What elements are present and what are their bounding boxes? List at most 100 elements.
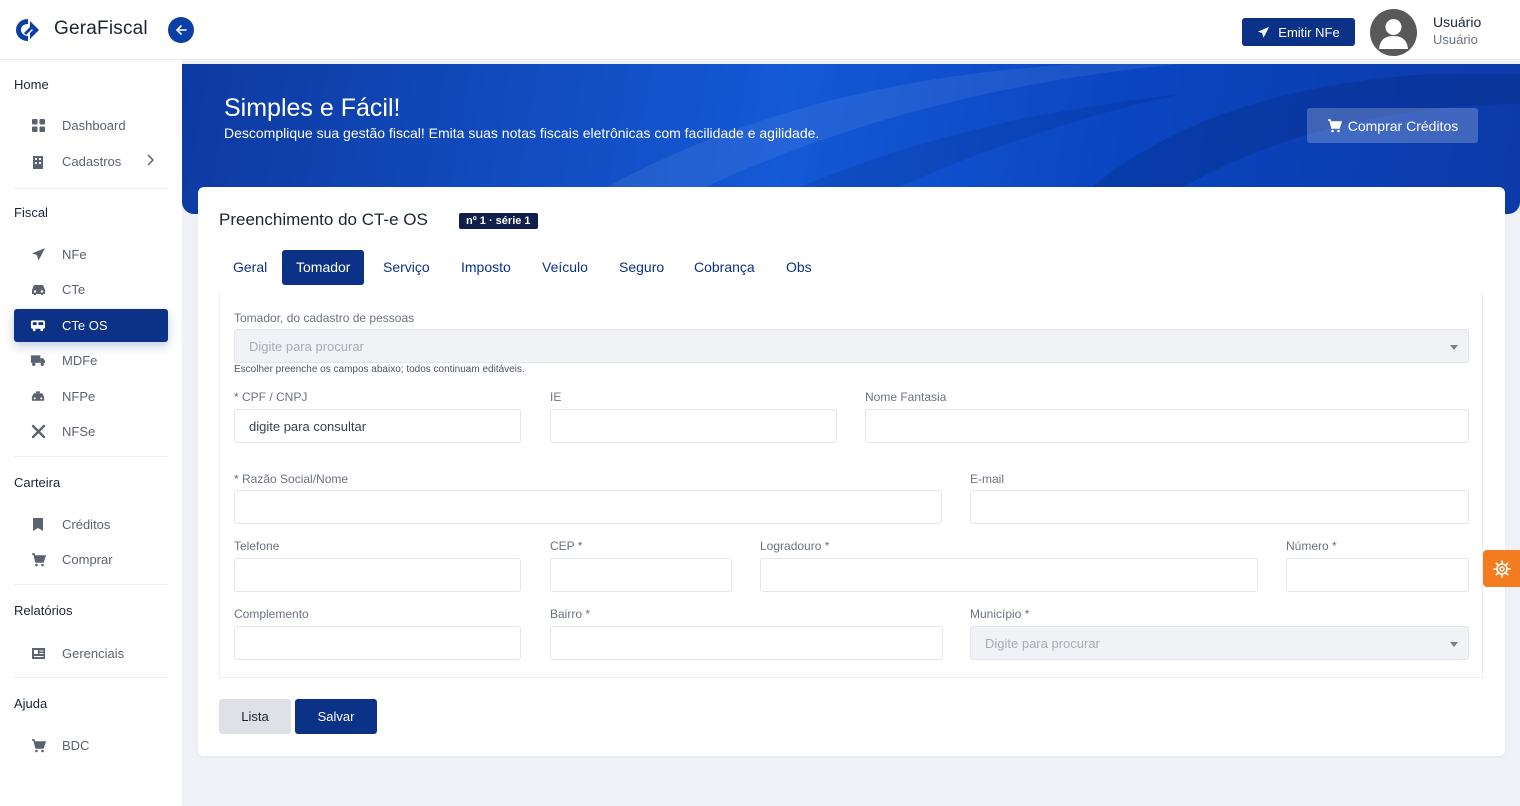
cart-icon bbox=[30, 738, 46, 754]
collapse-sidebar-button[interactable] bbox=[168, 17, 194, 43]
tomador-placeholder: Digite para procurar bbox=[249, 338, 364, 354]
tomador-form-panel: Tomador, do cadastro de pessoas Digite p… bbox=[219, 292, 1483, 678]
section-title-relatorios: Relatórios bbox=[14, 603, 73, 618]
sidebar-item-cte[interactable]: CTe bbox=[14, 273, 168, 306]
sidebar-item-label: Dashboard bbox=[62, 118, 126, 133]
truck-icon bbox=[30, 353, 46, 369]
bairro-input[interactable] bbox=[550, 626, 943, 660]
complemento-input[interactable] bbox=[234, 626, 521, 660]
brand-name: GeraFiscal bbox=[54, 18, 148, 39]
cart-icon bbox=[30, 552, 46, 568]
tomador-label: Tomador, do cadastro de pessoas bbox=[234, 311, 415, 325]
sidebar-item-cte-os[interactable]: CTe OS bbox=[14, 309, 168, 342]
emit-nfe-label: Emitir NFe bbox=[1278, 24, 1340, 40]
hero-subtitle: Descomplique sua gestão fiscal! Emita su… bbox=[224, 125, 820, 141]
tab-cobranca[interactable]: Cobrança bbox=[680, 250, 769, 285]
sidebar-item-comprar[interactable]: Comprar bbox=[14, 543, 168, 576]
arrow-left-icon bbox=[175, 25, 187, 35]
caret-down-icon bbox=[1450, 642, 1458, 647]
nome-fantasia-label: Nome Fantasia bbox=[865, 390, 947, 404]
complemento-label: Complemento bbox=[234, 607, 309, 621]
hero-title: Simples e Fácil! bbox=[224, 94, 401, 122]
sidebar-item-nfse[interactable]: NFSe bbox=[14, 415, 168, 448]
sidebar-item-label: CTe bbox=[62, 282, 86, 297]
page-title: Preenchimento do CT-e OS bbox=[219, 210, 428, 229]
dashboard-icon bbox=[30, 118, 46, 134]
section-title-ajuda: Ajuda bbox=[14, 696, 48, 711]
sidebar-item-gerenciais[interactable]: Gerenciais bbox=[14, 637, 168, 670]
gerafiscal-logo-icon bbox=[16, 19, 39, 41]
bookmark-icon bbox=[30, 517, 46, 533]
sidebar-item-label: NFe bbox=[62, 247, 87, 262]
nome-fantasia-input[interactable] bbox=[865, 409, 1469, 443]
telefone-label: Telefone bbox=[234, 539, 280, 553]
cte-os-form-card: Preenchimento do CT-e OS nº 1 · série 1 … bbox=[198, 187, 1505, 756]
cpf-cnpj-input[interactable]: digite para consultar bbox=[234, 409, 521, 443]
sidebar-item-label: NFSe bbox=[62, 424, 96, 439]
logradouro-label: Logradouro * bbox=[760, 539, 830, 553]
sidebar-item-cadastros[interactable]: Cadastros bbox=[14, 145, 168, 178]
section-title-carteira: Carteira bbox=[14, 475, 61, 490]
user-role: Usuário bbox=[1433, 32, 1478, 47]
tomador-help-text: Escolher preenche os campos abaixo; todo… bbox=[234, 364, 525, 375]
municipio-select[interactable]: Digite para procurar bbox=[970, 626, 1469, 660]
cart-icon bbox=[1327, 118, 1342, 132]
razao-social-input[interactable] bbox=[234, 490, 942, 524]
settings-button[interactable] bbox=[1483, 550, 1520, 587]
sidebar: Home Dashboard Cadastros Fiscal NFe CTe … bbox=[0, 60, 182, 806]
top-bar: GeraFiscal Emitir NFe Usuário Usuário bbox=[0, 0, 1520, 60]
sidebar-item-label: Créditos bbox=[62, 517, 111, 532]
telefone-input[interactable] bbox=[234, 558, 521, 592]
email-input[interactable] bbox=[970, 490, 1469, 524]
emit-nfe-button[interactable]: Emitir NFe bbox=[1242, 18, 1355, 46]
logradouro-input[interactable] bbox=[760, 558, 1258, 592]
cpf-cnpj-value: digite para consultar bbox=[249, 418, 367, 434]
save-button[interactable]: Salvar bbox=[295, 699, 377, 734]
tab-tomador[interactable]: Tomador bbox=[282, 250, 365, 285]
sidebar-item-nfpe[interactable]: NFPe bbox=[14, 380, 168, 413]
car-icon bbox=[30, 282, 46, 298]
tab-servico[interactable]: Serviço bbox=[369, 250, 444, 285]
user-name: Usuário bbox=[1433, 14, 1482, 30]
report-icon bbox=[30, 646, 46, 662]
razao-social-label: * Razão Social/Nome bbox=[234, 472, 349, 486]
sidebar-item-label: NFPe bbox=[62, 389, 96, 404]
sidebar-item-label: Comprar bbox=[62, 552, 113, 567]
caret-down-icon bbox=[1450, 345, 1458, 350]
ie-input[interactable] bbox=[550, 409, 837, 443]
tab-obs[interactable]: Obs bbox=[772, 250, 826, 285]
taxi-icon bbox=[30, 389, 46, 405]
sidebar-divider bbox=[14, 677, 168, 678]
paper-plane-icon bbox=[1258, 26, 1270, 38]
user-icon bbox=[1379, 19, 1408, 49]
bairro-label: Bairro * bbox=[550, 607, 591, 621]
tab-geral[interactable]: Geral bbox=[219, 250, 281, 285]
sidebar-item-mdfe[interactable]: MDFe bbox=[14, 344, 168, 377]
sidebar-divider bbox=[14, 188, 168, 189]
sidebar-item-label: Cadastros bbox=[62, 154, 122, 169]
cep-input[interactable] bbox=[550, 558, 732, 592]
sidebar-item-dashboard[interactable]: Dashboard bbox=[14, 109, 168, 142]
sidebar-item-creditos[interactable]: Créditos bbox=[14, 508, 168, 541]
tab-seguro[interactable]: Seguro bbox=[605, 250, 678, 285]
gear-icon bbox=[1492, 559, 1511, 578]
tomador-select[interactable]: Digite para procurar bbox=[234, 329, 1469, 363]
tab-imposto[interactable]: Imposto bbox=[447, 250, 525, 285]
email-label: E-mail bbox=[970, 472, 1005, 486]
sidebar-item-label: Gerenciais bbox=[62, 646, 125, 661]
section-title-home: Home bbox=[14, 77, 49, 92]
buy-credits-button[interactable]: Comprar Créditos bbox=[1307, 108, 1478, 143]
tab-veiculo[interactable]: Veículo bbox=[528, 250, 602, 285]
sidebar-item-bdc[interactable]: BDC bbox=[14, 729, 168, 762]
cep-label: CEP * bbox=[550, 539, 583, 553]
sidebar-item-nfe[interactable]: NFe bbox=[14, 238, 168, 271]
municipio-placeholder: Digite para procurar bbox=[985, 635, 1100, 651]
ie-label: IE bbox=[550, 390, 562, 404]
list-button[interactable]: Lista bbox=[219, 699, 291, 734]
avatar[interactable] bbox=[1370, 9, 1417, 56]
document-number-badge: nº 1 · série 1 bbox=[459, 213, 538, 229]
municipio-label: Município * bbox=[970, 607, 1030, 621]
sidebar-item-label: MDFe bbox=[62, 353, 98, 368]
numero-input[interactable] bbox=[1286, 558, 1469, 592]
chevron-right-icon bbox=[146, 153, 155, 169]
